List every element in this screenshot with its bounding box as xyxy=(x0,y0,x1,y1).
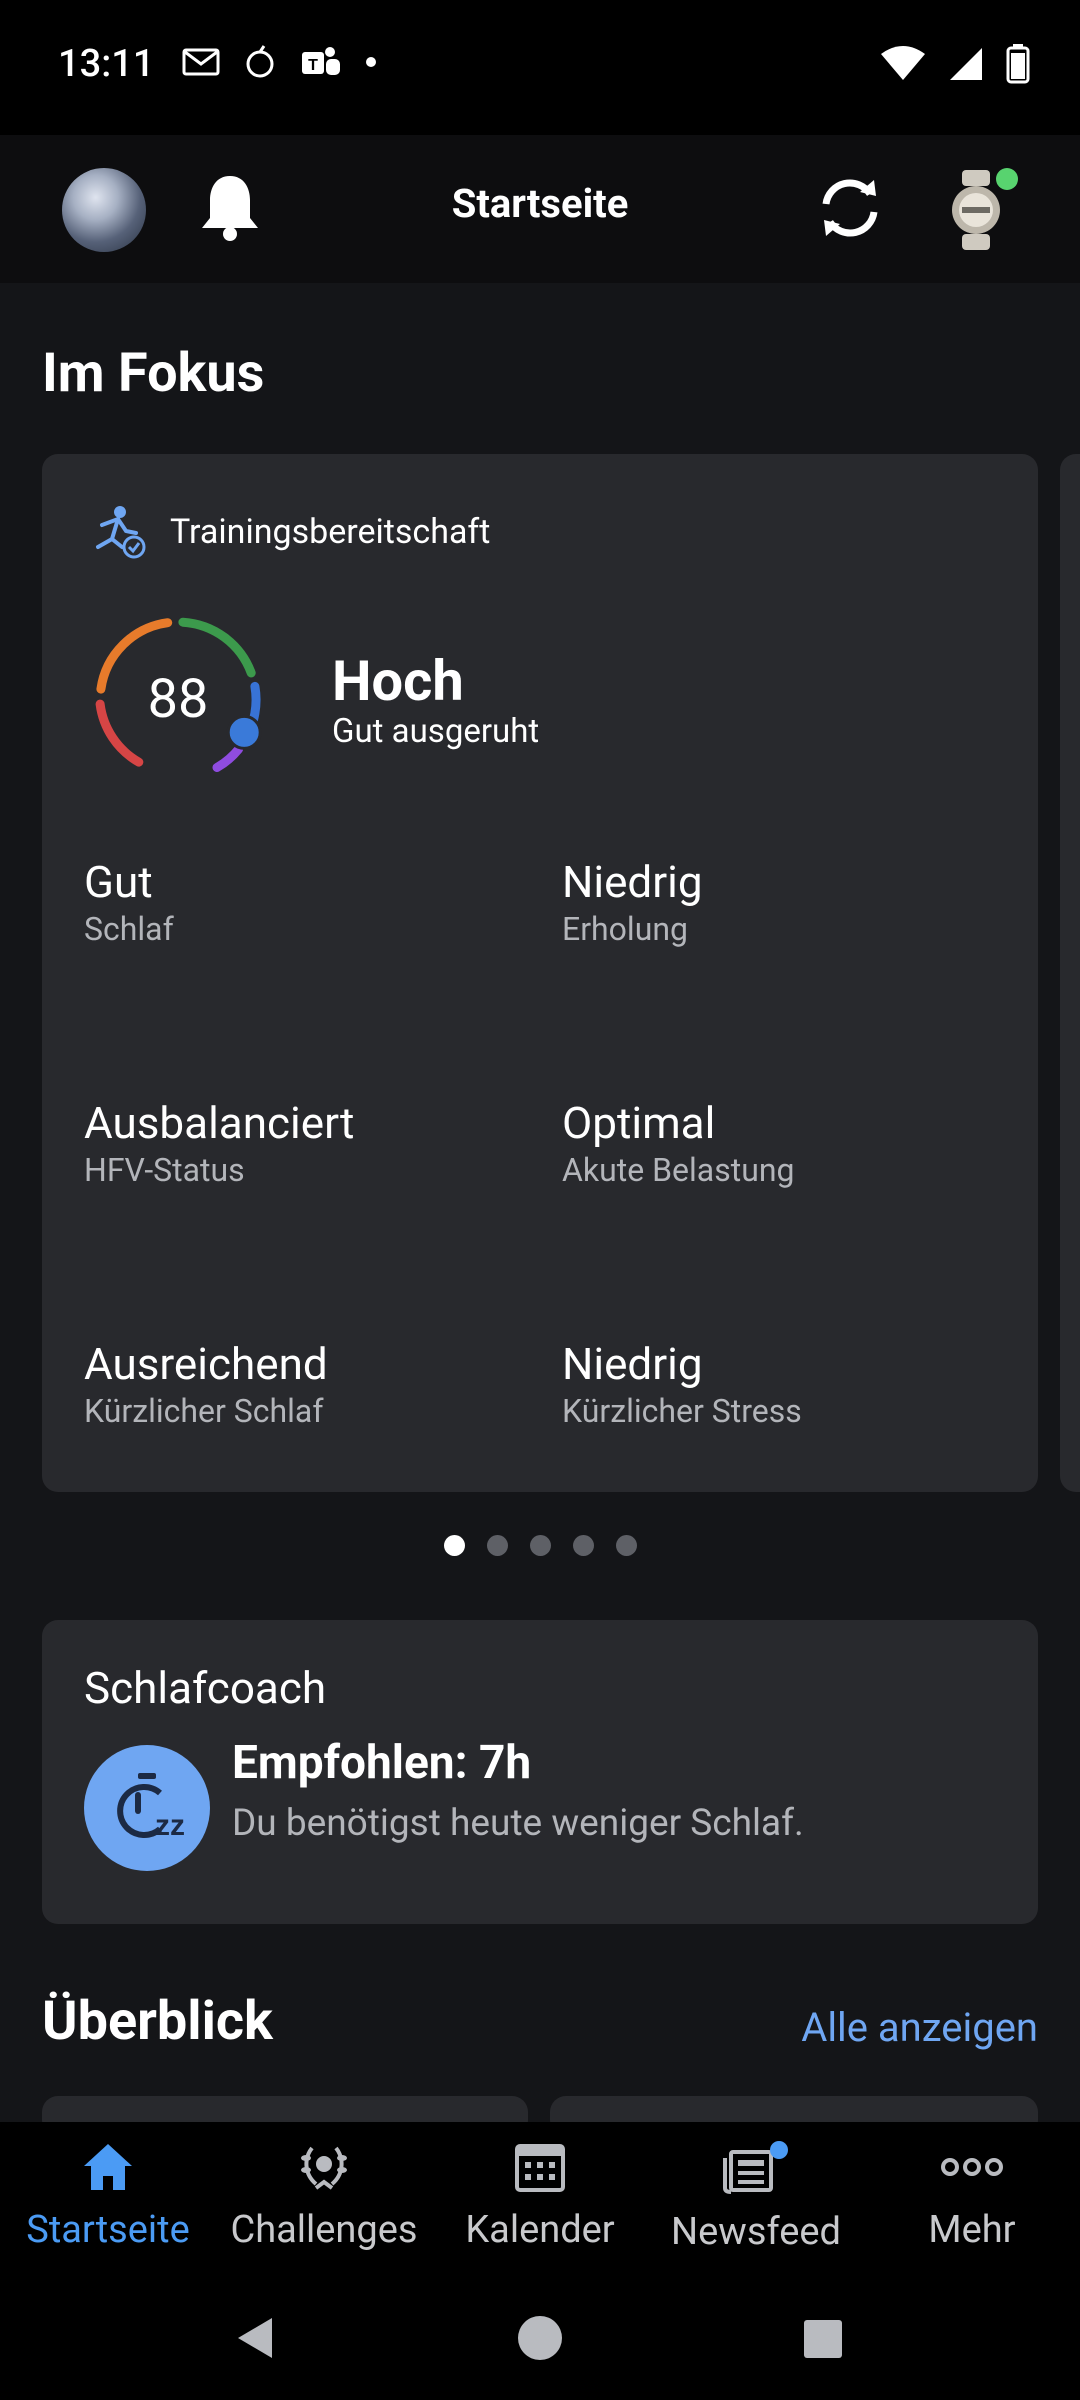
focus-section-title: Im Fokus xyxy=(42,342,265,405)
nav-label: Newsfeed xyxy=(671,2210,841,2254)
recent-stress-value: Niedrig xyxy=(562,1338,703,1390)
hrv-status-label: HFV-Status xyxy=(84,1151,245,1189)
notification-dot-icon xyxy=(366,57,376,67)
acute-load-label: Akute Belastung xyxy=(562,1151,795,1189)
connection-status-dot xyxy=(996,168,1018,190)
sleep-label: Schlaf xyxy=(84,910,174,948)
nav-label: Mehr xyxy=(928,2208,1016,2252)
newsfeed-icon xyxy=(723,2141,788,2194)
readiness-level: Hoch xyxy=(332,648,464,714)
acute-load-value: Optimal xyxy=(562,1097,716,1149)
nav-item-challenges[interactable]: Challenges xyxy=(224,2140,424,2252)
sleep-coach-headline: Empfohlen: 7h xyxy=(232,1736,532,1790)
nav-item-newsfeed[interactable]: Newsfeed xyxy=(656,2140,856,2254)
recent-sleep-value: Ausreichend xyxy=(84,1338,328,1390)
recovery-value: Niedrig xyxy=(562,856,703,908)
see-all-link[interactable]: Alle anzeigen xyxy=(801,2004,1038,2051)
readiness-score: 88 xyxy=(147,668,209,731)
pager-dot[interactable] xyxy=(444,1535,465,1556)
readiness-level-description: Gut ausgeruht xyxy=(332,712,540,751)
status-time: 13:11 xyxy=(58,42,155,86)
battery-icon xyxy=(1006,44,1030,84)
mail-icon xyxy=(182,48,220,76)
focus-pager[interactable] xyxy=(444,1535,637,1556)
sleep-timer-icon: zz xyxy=(117,1773,185,1842)
signal-icon xyxy=(950,48,982,80)
recovery-label: Erholung xyxy=(562,910,688,948)
svg-text:zz: zz xyxy=(155,1809,185,1842)
back-icon[interactable] xyxy=(232,2314,278,2362)
nav-item-startseite[interactable]: Startseite xyxy=(8,2140,208,2252)
teams-icon: T xyxy=(302,47,340,75)
nav-label: Challenges xyxy=(230,2208,418,2252)
pager-dot[interactable] xyxy=(616,1535,637,1556)
laurel-icon xyxy=(301,2146,347,2190)
sleep-coach-title: Schlafcoach xyxy=(84,1662,327,1714)
pager-dot[interactable] xyxy=(487,1535,508,1556)
next-focus-card-peek[interactable] xyxy=(1060,454,1080,1492)
system-navigation-bar xyxy=(0,2270,1080,2400)
recents-icon[interactable] xyxy=(802,2318,844,2360)
more-icon xyxy=(941,2158,1003,2176)
home-circle-icon[interactable] xyxy=(516,2314,564,2362)
pager-dot[interactable] xyxy=(530,1535,551,1556)
recent-stress-label: Kürzlicher Stress xyxy=(562,1392,802,1430)
nav-item-mehr[interactable]: Mehr xyxy=(872,2140,1072,2252)
nav-item-kalender[interactable]: Kalender xyxy=(440,2140,640,2252)
sleep-coach-icon-badge: zz xyxy=(84,1745,210,1871)
recent-sleep-label: Kürzlicher Schlaf xyxy=(84,1392,324,1430)
pager-dot[interactable] xyxy=(573,1535,594,1556)
nav-label: Kalender xyxy=(465,2208,615,2252)
training-readiness-icon xyxy=(96,506,146,559)
fitness-icon xyxy=(246,45,274,78)
home-icon xyxy=(84,2144,132,2190)
status-bar: 13:11 T xyxy=(0,0,1080,135)
hrv-status-value: Ausbalanciert xyxy=(84,1097,355,1149)
training-readiness-label: Trainingsbereitschaft xyxy=(170,512,491,552)
sleep-value: Gut xyxy=(84,856,153,908)
nav-label: Startseite xyxy=(26,2208,190,2252)
sleep-coach-subtitle: Du benötigst heute weniger Schlaf. xyxy=(232,1802,804,1845)
page-title: Startseite xyxy=(451,180,629,227)
sync-icon[interactable] xyxy=(812,170,888,246)
calendar-icon xyxy=(515,2144,565,2192)
wifi-icon xyxy=(881,46,925,80)
overview-section-title: Überblick xyxy=(42,1990,273,2053)
svg-text:T: T xyxy=(308,57,318,74)
